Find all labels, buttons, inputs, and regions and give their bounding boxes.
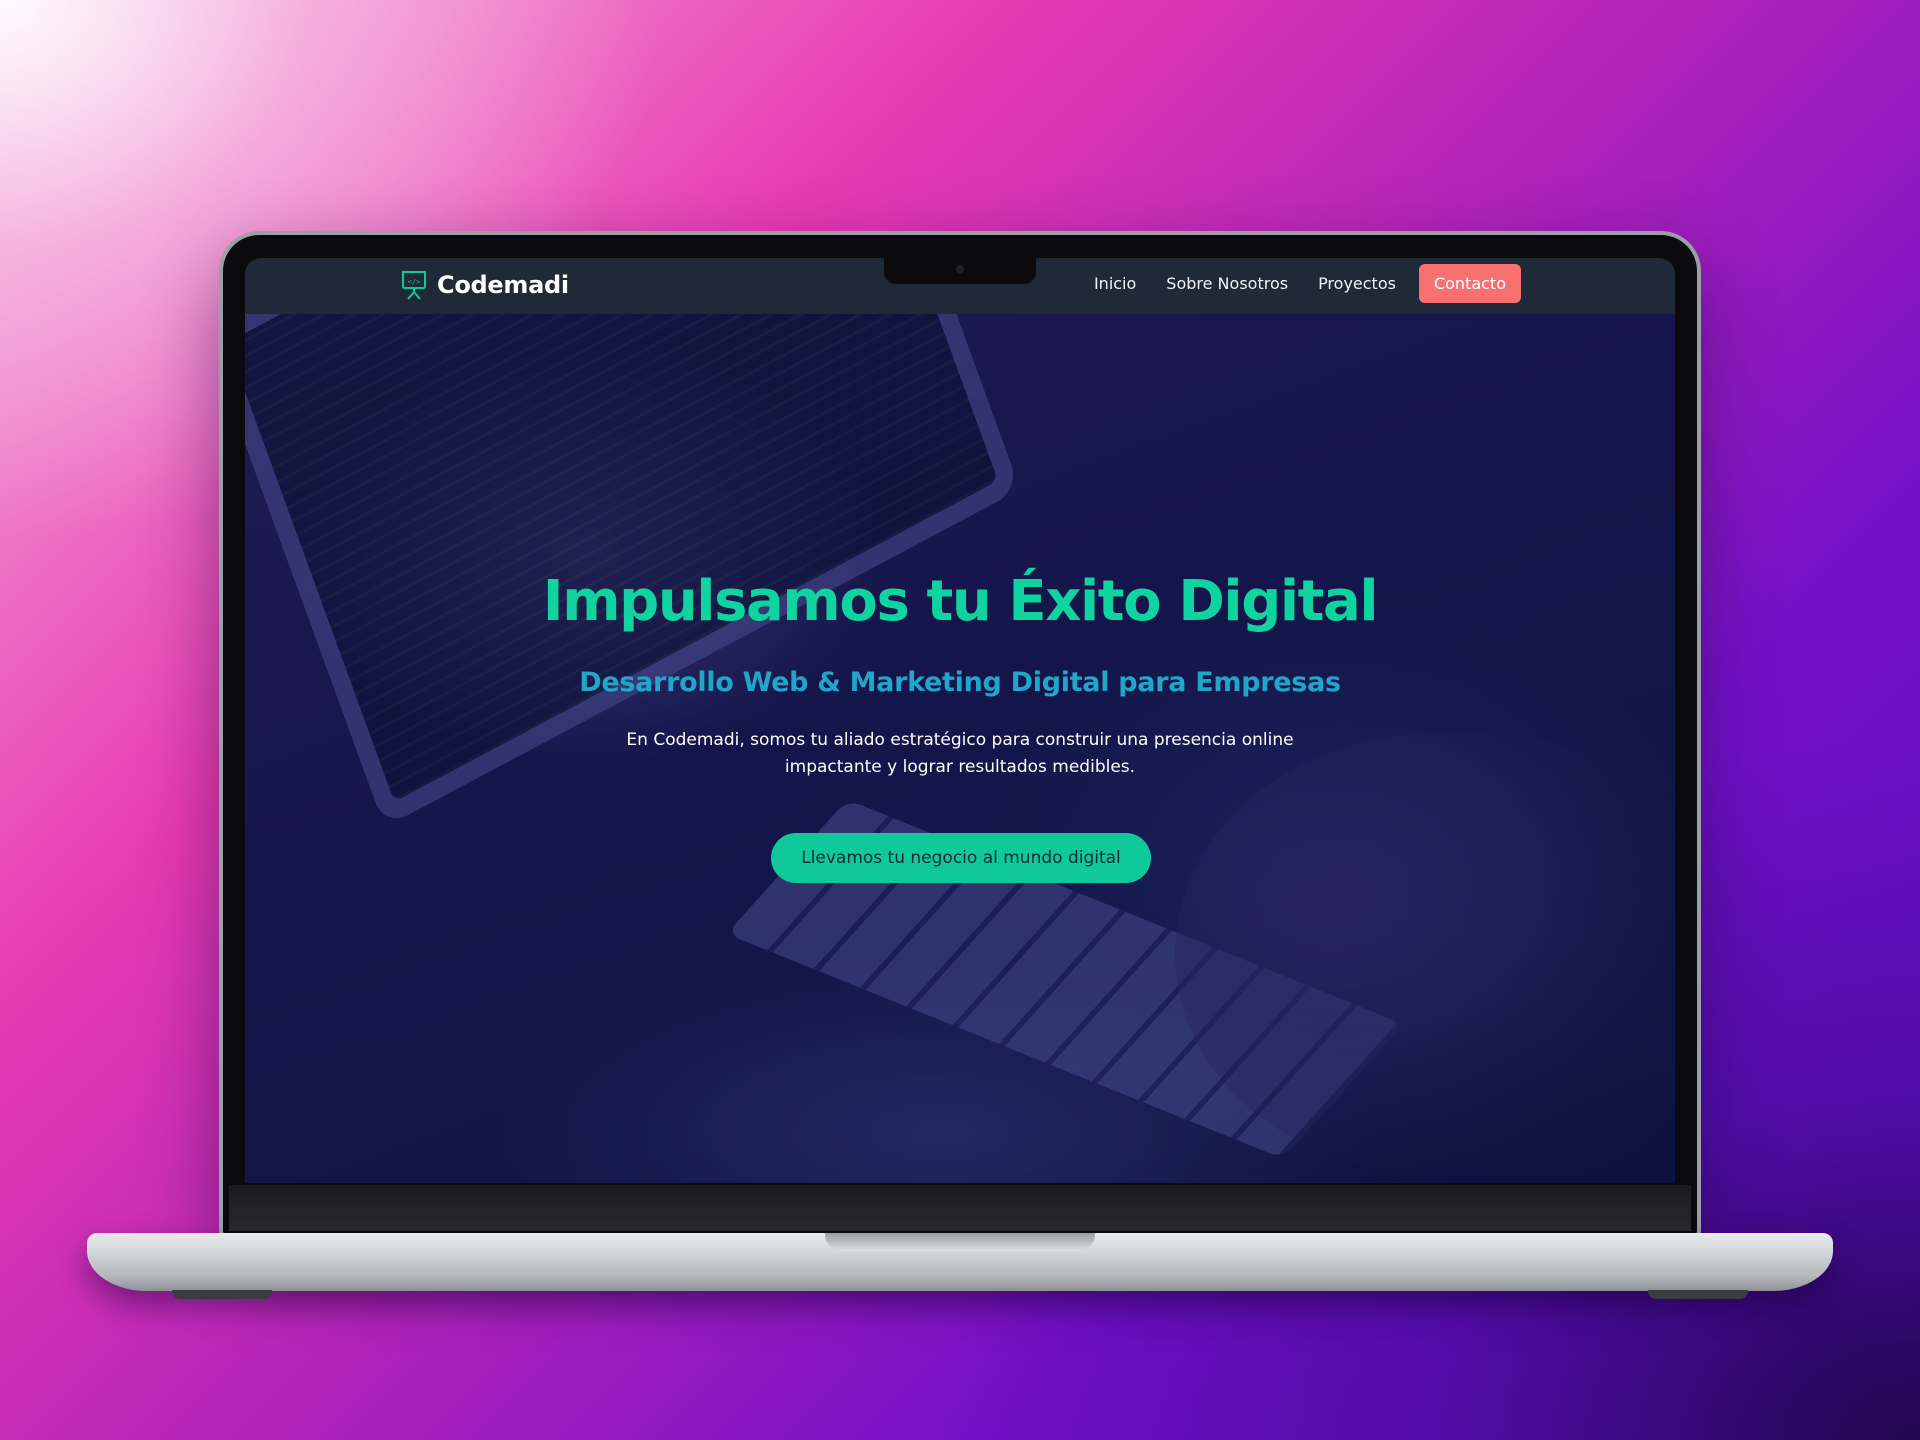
hero-title: Impulsamos tu Éxito Digital [542, 569, 1379, 634]
presentation-board-icon: </> [402, 271, 426, 300]
brand-name: Codemadi [437, 271, 569, 299]
contact-button[interactable]: Contacto [1418, 263, 1521, 303]
laptop-foot-left [172, 1290, 272, 1299]
brand-logo[interactable]: </> Codemadi [401, 270, 569, 300]
camera-notch [884, 258, 1036, 284]
nav-link-sobre-nosotros[interactable]: Sobre Nosotros [1166, 274, 1288, 293]
main-nav: Inicio Sobre Nosotros Proyectos Contacto [1094, 263, 1521, 303]
nav-link-inicio[interactable]: Inicio [1094, 274, 1136, 293]
laptop-screen: </> Codemadi Inicio Sobre Nosotros Proye… [245, 258, 1675, 1183]
laptop-bottom-bezel [229, 1185, 1691, 1231]
hero-section: Impulsamos tu Éxito Digital Desarrollo W… [245, 314, 1675, 1183]
laptop-opening-groove [825, 1233, 1095, 1251]
hero-description: En Codemadi, somos tu aliado estratégico… [626, 730, 1294, 777]
nav-link-proyectos[interactable]: Proyectos [1318, 274, 1396, 293]
hero-cta-button[interactable]: Llevamos tu negocio al mundo digital [771, 833, 1151, 883]
camera-icon [956, 265, 964, 273]
laptop-foot-right [1648, 1290, 1748, 1299]
hero-subtitle: Desarrollo Web & Marketing Digital para … [579, 667, 1341, 698]
svg-text:</>: </> [408, 278, 421, 286]
